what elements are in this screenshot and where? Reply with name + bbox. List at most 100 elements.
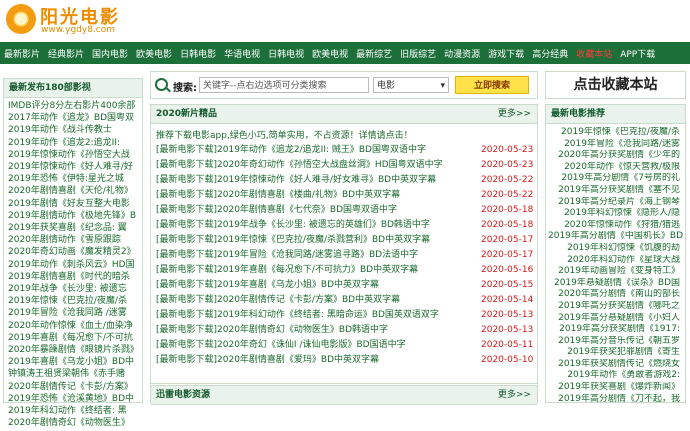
left-sidebar-item[interactable]: 2019年恐怖《沧溪黄地》BD中: [8, 393, 138, 405]
nav-item[interactable]: 高分经典: [532, 47, 568, 60]
right-sidebar-item[interactable]: 2019年高分剧情《中国机长》BD: [548, 231, 683, 243]
nav-item[interactable]: 国内电影: [92, 47, 128, 60]
right-sidebar-item[interactable]: 2019年悬疑剧情《误杀》BD国: [548, 278, 683, 290]
left-sidebar-item[interactable]: 2020年剧情动作《雪原跟踪: [8, 234, 138, 246]
movie-row: [最新电影下载]2019年喜剧《乌龙小姐》BD中英双字幕 2020-05-15: [151, 278, 537, 293]
nav-item[interactable]: 游戏下载: [488, 47, 524, 60]
new-movies-title: 2020新片精品: [156, 109, 218, 119]
left-sidebar-item[interactable]: 2019年喜剧《每况愈下/不可抗: [8, 332, 138, 344]
left-sidebar-item[interactable]: 2020年剧情传记《卡彭/方案》: [8, 381, 138, 393]
nav-item[interactable]: APP下载: [620, 47, 655, 60]
right-sidebar-item[interactable]: 2020年科幻动作《星球大战: [548, 255, 683, 267]
left-sidebar-item[interactable]: IMDB评分8分左右影片400余部: [8, 100, 138, 112]
left-sidebar-item[interactable]: 2019年喜剧《乌龙小姐》BD中: [8, 356, 138, 368]
left-sidebar-item[interactable]: 2019年剧情《好友互整大电影: [8, 198, 138, 210]
thunder-resources-title: 迅雷电影资源: [156, 390, 211, 400]
right-sidebar-item[interactable]: 2019年高分悬疑剧情《小妇人: [548, 313, 683, 325]
left-sidebar-item[interactable]: 2019年动作《追龙2:追龙II:: [8, 137, 138, 149]
right-sidebar-item[interactable]: 2019年冒险《沧我同路/迷雾: [548, 139, 683, 151]
right-sidebar-item[interactable]: 2020年动作《惊天营救/极限: [548, 162, 683, 174]
nav-item[interactable]: 日韩电视: [268, 47, 304, 60]
app-notice-link[interactable]: 推荐下载电影app,绿色小巧,简单实用，不占资源！详情请点击！: [151, 124, 537, 143]
right-sidebar-item[interactable]: 2019年获奖犯罪剧情《寄生: [548, 347, 683, 359]
nav-item[interactable]: 最新综艺: [356, 47, 392, 60]
movie-link[interactable]: [最新电影下载]2019年战争《长沙里: 被遗忘的英雄们》BD韩语中字: [156, 220, 430, 230]
nav-item[interactable]: 最新影片: [4, 47, 40, 60]
right-sidebar: 最新电影推荐 2019年惊悚《巴克拉/夜魔/杀 2019年冒险《沧我同路/迷雾 20…: [545, 104, 686, 406]
right-sidebar-item[interactable]: 2019年动作《勇敢者游戏2:: [548, 370, 683, 382]
new-movies-more-link[interactable]: 更多>>: [498, 105, 531, 123]
bookmark-site-button[interactable]: 点击收藏本站: [545, 71, 686, 99]
right-sidebar-item[interactable]: 2019年高分获奖剧情《塞不见: [548, 185, 683, 197]
left-sidebar-item[interactable]: 2019年惊悚动作《好人难寻/好: [8, 161, 138, 173]
movie-row: [最新电影下载]2019年动作《追龙2/追龙II: 贼王》BD国粤双语中字 202…: [151, 143, 537, 158]
left-sidebar-item[interactable]: 2019年惊悚动作《孙悟空大战: [8, 149, 138, 161]
movie-link[interactable]: [最新电影下载]2019年惊悚《巴克拉/夜魔/杀戮营利》BD中英双字幕: [156, 235, 430, 245]
nav-item[interactable]: 欧美电影: [136, 47, 172, 60]
movie-link[interactable]: [最新电影下载]2019年喜剧《乌龙小姐》BD中英双字幕: [156, 280, 379, 290]
movie-row: [最新电影下载]2020年剧情喜剧《爱玛》BD中英双字幕 2020-05-10: [151, 353, 537, 368]
right-sidebar-item[interactable]: 2019年动画冒险《变身特工》: [548, 266, 683, 278]
movie-link[interactable]: [最新电影下载]2020年剧情喜剧《爱玛》BD中英双字幕: [156, 355, 379, 365]
left-sidebar-item[interactable]: 2017年动作《追龙》BD国粤双: [8, 112, 138, 124]
movie-link[interactable]: [最新电影下载]2019年喜剧《每况愈下/不可抗力》BD中英双字幕: [156, 265, 418, 275]
thunder-resources-panel: 迅雷电影资源 更多>>: [150, 385, 538, 405]
movie-link[interactable]: [最新电影下载]2020年奇幻《诛仙I /诛仙电影版》BD国语中字: [156, 340, 406, 350]
movie-link[interactable]: [最新电影下载]2019年科幻动作《终结者: 黑暗命运》BD国英双语双字: [156, 310, 439, 320]
left-sidebar-title: 最新发布180部影视: [4, 79, 142, 98]
search-button[interactable]: 立即搜索: [455, 76, 529, 94]
left-sidebar-item[interactable]: 2020年剧情奇幻《动物医生》: [8, 417, 138, 429]
left-sidebar-item[interactable]: 2019年冒险《沧我同路 /迷雾: [8, 307, 138, 319]
right-sidebar-item[interactable]: 2019年科幻惊悚《饥腹的劫: [548, 243, 683, 255]
right-sidebar-item[interactable]: 2020年惊悚动作《狩猎/猎逃: [548, 220, 683, 232]
movie-row: [最新电影下载]2019年冒险《沧我同路/迷雾追寻路》BD法语中字 2020-05…: [151, 248, 537, 263]
movie-link[interactable]: [最新电影下载]2020年剧情奇幻《动物医生》BD韩语中字: [156, 325, 388, 335]
search-category-select[interactable]: 电影: [373, 77, 449, 94]
right-sidebar-item[interactable]: 2019年高分剧情《7号房的礼: [548, 173, 683, 185]
left-sidebar-item[interactable]: 2020年动作惊悚《血土/血染净: [8, 320, 138, 332]
right-sidebar-item[interactable]: 2019年惊悚《巴克拉/夜魔/杀: [548, 127, 683, 139]
left-sidebar-item[interactable]: 2020年奇幻动画《魔发精灵2》: [8, 246, 138, 258]
right-sidebar-item[interactable]: 2019年高分获奖剧情《1917:: [548, 324, 683, 336]
right-sidebar-item[interactable]: 2019年高分音乐传记《朝五罗: [548, 336, 683, 348]
nav-item[interactable]: 欧美电视: [312, 47, 348, 60]
right-sidebar-item[interactable]: 2020年高分剧情《南山的部长: [548, 289, 683, 301]
left-sidebar-item[interactable]: 2020年剧情喜剧《天伦/礼物》: [8, 185, 138, 197]
left-sidebar-item[interactable]: 2019年科幻动作《终结者: 黑: [8, 405, 138, 417]
right-sidebar-item[interactable]: 2019年高分纪录片《海上钢琴: [548, 197, 683, 209]
left-sidebar-item[interactable]: 钟镇涛王祖贤梁朝伟《赤手赌: [8, 368, 138, 380]
movie-link[interactable]: [最新电影下载]2020年奇幻动作《孙悟空大战盘丝洞》HD国粤双语中字: [156, 160, 443, 170]
left-sidebar-item[interactable]: 2019年剧情动作《极地先锋》B: [8, 210, 138, 222]
search-input[interactable]: 关键字--点右边选项可分类搜索: [199, 77, 369, 93]
right-sidebar-item[interactable]: 2019年高分剧情《刀不起，我: [548, 394, 683, 406]
movie-link[interactable]: [最新电影下载]2019年冒险《沧我同路/迷雾追寻路》BD法语中字: [156, 250, 418, 260]
left-sidebar-item[interactable]: 2020年暴躁剧情《眼镜片杀戮》BD: [8, 344, 138, 356]
left-sidebar-item[interactable]: 2019年恐怖《伊特:星光之城: [8, 173, 138, 185]
left-sidebar-item[interactable]: 2019年动作《战斗传教士: [8, 124, 138, 136]
left-sidebar-item[interactable]: 2019年获奖喜剧《纪念品: 翼: [8, 222, 138, 234]
left-sidebar-item[interactable]: 2019年惊悚《巴克拉/夜魔/杀: [8, 295, 138, 307]
movie-row: [最新电影下载]2019年喜剧《每况愈下/不可抗力》BD中英双字幕 2020-05…: [151, 263, 537, 278]
movie-link[interactable]: [最新电影下载]2019年惊悚动作《好人难寻/好女难寻》BD中英双字幕: [156, 175, 436, 185]
nav-item[interactable]: 日韩电影: [180, 47, 216, 60]
left-sidebar-item[interactable]: 2019年动作《刺杀风云》HD国: [8, 259, 138, 271]
right-sidebar-item[interactable]: 2019年科幻惊悚《隐形人/隐: [548, 208, 683, 220]
right-sidebar-item[interactable]: 2019年高分获奖剧情《哪吒之: [548, 301, 683, 313]
sun-logo-icon[interactable]: [6, 4, 36, 34]
movie-link[interactable]: [最新电影下载]2020年剧情喜剧《七代奈》BD国粤双语中字: [156, 205, 397, 215]
movie-link[interactable]: [最新电影下载]2019年动作《追龙2/追龙II: 贼王》BD国粤双语中字: [156, 145, 426, 155]
nav-item[interactable]: 动漫资源: [444, 47, 480, 60]
nav-item[interactable]: 收藏本站: [576, 47, 612, 60]
right-sidebar-item[interactable]: 2020年高分获奖剧情《少年的: [548, 150, 683, 162]
right-sidebar-item[interactable]: 2019年获奖喜剧《爆炸新闻》: [548, 382, 683, 394]
nav-item[interactable]: 华语电视: [224, 47, 260, 60]
nav-item[interactable]: 旧版综艺: [400, 47, 436, 60]
left-sidebar-item[interactable]: 2019年剧情喜剧《时代的暗杀: [8, 271, 138, 283]
right-sidebar-item[interactable]: 2019年获奖剧情传记《燃烧女: [548, 359, 683, 371]
movie-link[interactable]: [最新电影下载]2020年剧情传记《卡彭/方案》BD中英双字幕: [156, 295, 400, 305]
nav-item[interactable]: 经典影片: [48, 47, 84, 60]
movie-link[interactable]: [最新电影下载]2020年剧情喜剧《楼曲/礼物》BD中英双字幕: [156, 190, 400, 200]
left-sidebar: 最新发布180部影视 IMDB评分8分左右影片400余部 2017年动作《追龙》B…: [3, 78, 143, 428]
left-sidebar-item[interactable]: 2019年战争《长沙里: 被遗忘: [8, 283, 138, 295]
thunder-resources-more-link[interactable]: 更多>>: [498, 386, 531, 404]
